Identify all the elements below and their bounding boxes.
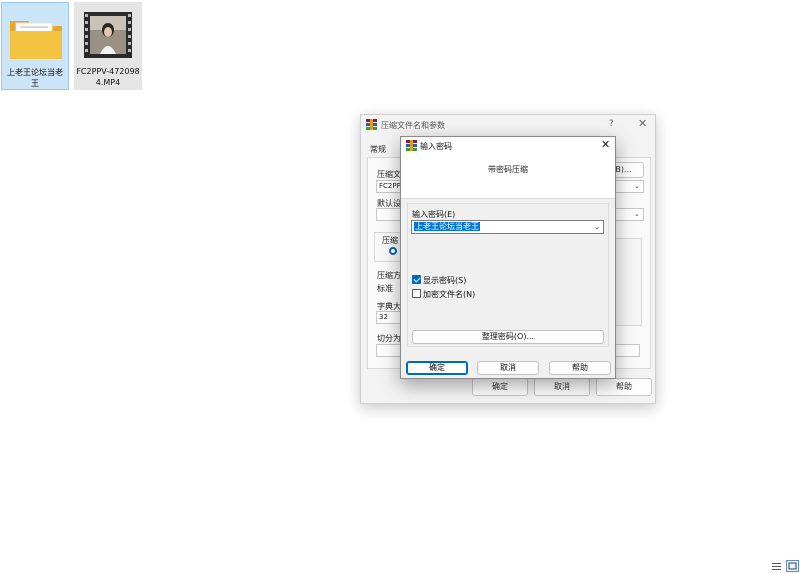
- desktop-file-video[interactable]: FC2PPV-4720984.MP4: [74, 2, 142, 90]
- password-dialog: 输入密码 ✕ 带密码压缩 输入密码(E) 上老王论坛当老王 ⌄ 显示密码(S) …: [400, 136, 616, 379]
- dialog-title: 压缩文件名和参数: [381, 121, 445, 130]
- ok-button[interactable]: 确定: [472, 378, 528, 396]
- cancel-button[interactable]: 取消: [534, 378, 590, 396]
- password-text: 上老王论坛当老王: [414, 222, 480, 231]
- archive-format-label: 压缩: [382, 236, 398, 245]
- encrypt-names-label[interactable]: 加密文件名(N): [423, 289, 475, 300]
- dialog-title: 输入密码: [420, 142, 452, 151]
- radio-rar[interactable]: [389, 247, 397, 255]
- help-icon[interactable]: ?: [609, 119, 614, 129]
- video-thumbnail-icon: [84, 12, 132, 58]
- split-label: 切分为: [377, 334, 401, 343]
- list-view-icon[interactable]: [771, 561, 782, 572]
- cancel-button[interactable]: 取消: [477, 361, 539, 375]
- winrar-icon: [366, 119, 377, 130]
- dialog-header: 带密码压缩: [401, 155, 615, 199]
- folder-icon: [10, 21, 62, 59]
- file-name: FC2PPV-4720984.MP4: [76, 67, 140, 87]
- chevron-down-icon[interactable]: ⌄: [634, 182, 640, 190]
- close-icon[interactable]: ✕: [601, 138, 610, 151]
- desktop-file-folder[interactable]: 上老王论坛当老王: [1, 2, 69, 90]
- organize-passwords-button[interactable]: 整理密码(O)...: [412, 330, 604, 344]
- chevron-down-icon[interactable]: ⌄: [634, 210, 640, 218]
- file-name: 上老王论坛当老王: [7, 68, 63, 88]
- help-button[interactable]: 帮助: [549, 361, 611, 375]
- help-button[interactable]: 帮助: [596, 378, 652, 396]
- header-text: 带密码压缩: [488, 165, 528, 174]
- password-input[interactable]: 上老王论坛当老王 ⌄: [411, 220, 604, 234]
- title-bar: 压缩文件名和参数 ? ✕: [361, 115, 655, 135]
- encrypt-names-checkbox[interactable]: [412, 289, 421, 298]
- method-label: 压缩方: [377, 271, 401, 280]
- ok-button[interactable]: 确定: [406, 361, 468, 375]
- close-icon[interactable]: ✕: [638, 117, 647, 130]
- winrar-icon: [406, 140, 417, 151]
- show-password-checkbox[interactable]: [412, 275, 421, 284]
- show-password-label[interactable]: 显示密码(S): [423, 275, 466, 286]
- archive-name-label: 压缩文: [377, 170, 401, 179]
- chevron-down-icon[interactable]: ⌄: [594, 221, 600, 233]
- tab-general[interactable]: 常规: [370, 144, 386, 155]
- method-value[interactable]: 标准: [377, 283, 393, 294]
- tile-view-icon[interactable]: [786, 560, 799, 572]
- title-bar: 输入密码 ✕: [401, 137, 615, 155]
- password-label: 输入密码(E): [412, 210, 456, 219]
